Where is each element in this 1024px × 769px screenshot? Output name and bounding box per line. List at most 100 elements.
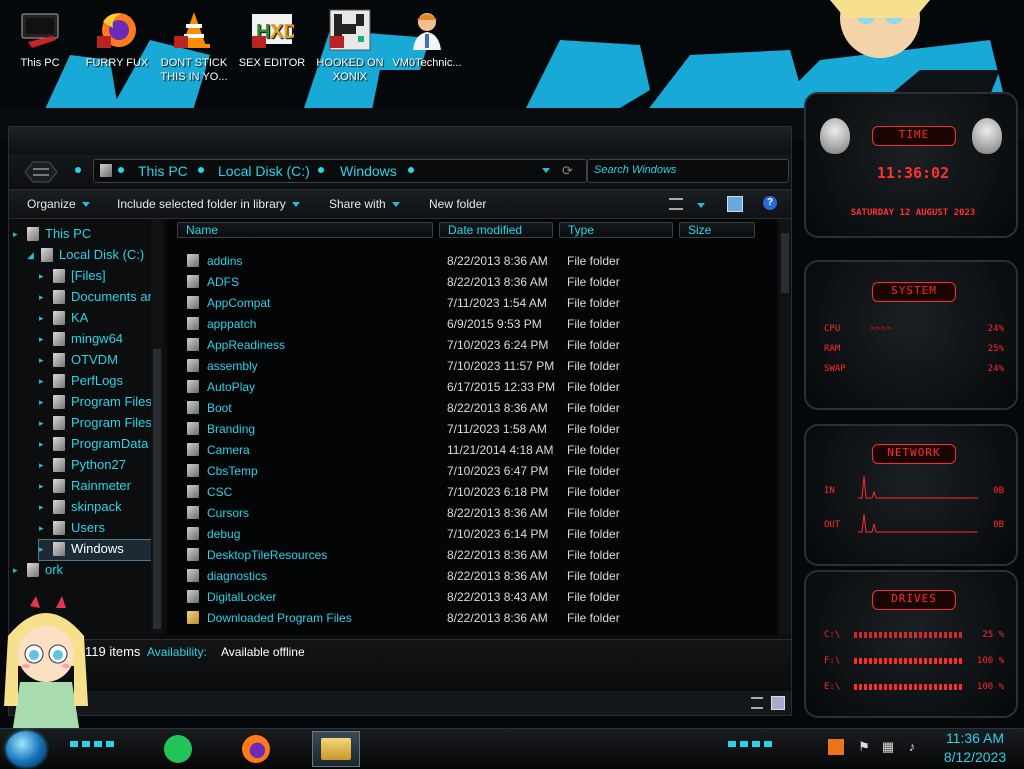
include-in-library-button[interactable]: Include selected folder in library <box>117 197 300 211</box>
nav-tree-item[interactable]: ▸ ProgramData <box>39 435 159 455</box>
column-header-size[interactable]: Size <box>679 222 755 238</box>
window-titlebar[interactable] <box>9 127 791 155</box>
nav-tree-item[interactable]: ▸ Program Files <box>39 393 159 413</box>
file-row[interactable]: ADFS 8/22/2013 8:36 AM File folder <box>167 271 777 292</box>
column-header-date-modified[interactable]: Date modified <box>439 222 553 238</box>
expand-arrow-icon[interactable]: ▸ <box>13 229 23 239</box>
expand-arrow-icon[interactable]: ▸ <box>39 397 49 407</box>
nav-tree-item[interactable]: ▸ Documents ar <box>39 288 159 308</box>
refresh-icon[interactable]: ⟳ <box>562 163 573 179</box>
nav-tree-item[interactable]: ▸ ork <box>13 561 159 581</box>
nav-tree-item[interactable]: ▸ Python27 <box>39 456 159 476</box>
taskbar-app-file-explorer[interactable] <box>312 731 360 767</box>
start-button[interactable] <box>6 731 46 767</box>
nav-tree-item[interactable]: ▸ OTVDM <box>39 351 159 371</box>
file-row[interactable]: Camera 11/21/2014 4:18 AM File folder <box>167 439 777 460</box>
desktop-icon-vm0technic[interactable]: VM0Technic... <box>389 8 465 70</box>
action-center-flag-icon[interactable]: ⚑ <box>856 739 872 755</box>
expand-arrow-icon[interactable]: ▸ <box>39 481 49 491</box>
breadcrumb-separator-icon[interactable] <box>318 167 324 173</box>
nav-tree-item[interactable]: ▸ Program Files <box>39 414 159 434</box>
column-header-name[interactable]: Name <box>177 222 433 238</box>
view-options-icon[interactable] <box>669 198 683 210</box>
desktop-icon-sex-editor[interactable]: H XD SEX EDITOR <box>234 8 310 70</box>
expand-arrow-icon[interactable]: ▸ <box>13 565 23 575</box>
details-view-icon[interactable] <box>751 697 763 709</box>
column-header-type[interactable]: Type <box>559 222 673 238</box>
desktop-icon-furry-fux[interactable]: FURRY FUX <box>79 8 155 70</box>
nav-tree-label: Windows <box>71 541 124 556</box>
view-chevron-down-icon[interactable] <box>697 203 705 208</box>
file-row[interactable]: apppatch 6/9/2015 9:53 PM File folder <box>167 313 777 334</box>
expand-arrow-icon[interactable]: ▸ <box>39 313 49 323</box>
nav-tree-item[interactable]: ▸ Rainmeter <box>39 477 159 497</box>
nav-tree-item[interactable]: ◢ Local Disk (C:) <box>27 246 159 266</box>
address-dropdown-icon[interactable] <box>542 168 550 173</box>
expand-arrow-icon[interactable]: ▸ <box>39 439 49 449</box>
file-row[interactable]: AppReadiness 7/10/2023 6:24 PM File folder <box>167 334 777 355</box>
navigation-pane-scrollbar[interactable] <box>151 219 163 633</box>
expanded-arrow-icon[interactable]: ◢ <box>27 250 37 260</box>
volume-icon[interactable]: ♪ <box>904 739 920 755</box>
file-row[interactable]: assembly 7/10/2023 11:57 PM File folder <box>167 355 777 376</box>
expand-arrow-icon[interactable]: ▸ <box>39 523 49 533</box>
folder-icon <box>53 290 65 304</box>
file-list-scrollbar[interactable] <box>779 219 791 635</box>
file-row[interactable]: Cursors 8/22/2013 8:36 AM File folder <box>167 502 777 523</box>
expand-arrow-icon[interactable]: ▸ <box>39 460 49 470</box>
nav-tree-item[interactable]: ▸ [Files] <box>39 267 159 287</box>
file-row[interactable]: Branding 7/11/2023 1:58 AM File folder <box>167 418 777 439</box>
expand-arrow-icon[interactable]: ▸ <box>39 292 49 302</box>
desktop-icon-this-pc[interactable]: This PC <box>2 8 78 70</box>
recent-locations-dot-icon[interactable] <box>75 167 81 173</box>
large-icons-view-icon[interactable] <box>771 696 785 710</box>
help-icon[interactable]: ? <box>763 196 777 210</box>
file-row[interactable]: diagnostics 8/22/2013 8:36 AM File folder <box>167 565 777 586</box>
nav-tree-item[interactable]: ▸ skinpack <box>39 498 159 518</box>
expand-arrow-icon[interactable]: ▸ <box>39 376 49 386</box>
breadcrumb-local-disk[interactable]: Local Disk (C:) <box>218 163 310 179</box>
share-with-button[interactable]: Share with <box>329 197 400 211</box>
taskbar-app-green[interactable] <box>156 731 204 767</box>
file-row[interactable]: addins 8/22/2013 8:36 AM File folder <box>167 250 777 271</box>
file-row[interactable]: DesktopTileResources 8/22/2013 8:36 AM Fil… <box>167 544 777 565</box>
address-bar[interactable]: This PC Local Disk (C:) Windows ⟳ <box>93 159 587 183</box>
nav-tree-item[interactable]: ▸ PerfLogs <box>39 372 159 392</box>
file-row[interactable]: debug 7/10/2023 6:14 PM File folder <box>167 523 777 544</box>
expand-arrow-icon[interactable]: ▸ <box>39 355 49 365</box>
breadcrumb-separator-icon[interactable] <box>198 167 204 173</box>
desktop-icon-hooked-on-xonix[interactable]: HOOKED ON XONIX <box>312 8 388 84</box>
desktop-icon-dont-stick[interactable]: DONT STICK THIS IN YO... <box>156 8 232 84</box>
nav-tree-item[interactable]: ▸ Windows <box>38 539 160 561</box>
preview-pane-icon[interactable] <box>727 196 743 212</box>
nav-tree-item[interactable]: ▸ KA <box>39 309 159 329</box>
expand-arrow-icon[interactable]: ▸ <box>39 271 49 281</box>
new-folder-button[interactable]: New folder <box>429 197 486 211</box>
breadcrumb-windows[interactable]: Windows <box>340 163 397 179</box>
nav-tree-item[interactable]: ▸ mingw64 <box>39 330 159 350</box>
nav-tree-item[interactable]: ▸ This PC <box>13 225 159 245</box>
expand-arrow-icon[interactable]: ▸ <box>39 418 49 428</box>
expand-arrow-icon[interactable]: ▸ <box>39 544 49 554</box>
search-box[interactable]: Search Windows <box>587 159 789 183</box>
file-row[interactable]: DigitalLocker 8/22/2013 8:43 AM File folde… <box>167 586 777 607</box>
file-row[interactable]: Boot 8/22/2013 8:36 AM File folder <box>167 397 777 418</box>
organize-button[interactable]: Organize <box>27 197 90 211</box>
breadcrumb-this-pc[interactable]: This PC <box>138 163 188 179</box>
breadcrumb-separator-icon[interactable] <box>408 167 414 173</box>
nav-tree-item[interactable]: ▸ Users <box>39 519 159 539</box>
scrollbar-thumb[interactable] <box>781 233 789 293</box>
taskbar-clock[interactable]: 11:36 AM 8/12/2023 <box>928 729 1022 767</box>
file-row[interactable]: Downloaded Program Files 8/22/2013 8:36 A… <box>167 607 777 628</box>
tray-app-icon[interactable] <box>828 739 844 755</box>
network-icon[interactable]: ▦ <box>880 739 896 755</box>
back-forward-button[interactable] <box>23 159 59 185</box>
expand-arrow-icon[interactable]: ▸ <box>39 334 49 344</box>
file-row[interactable]: CSC 7/10/2023 6:18 PM File folder <box>167 481 777 502</box>
file-row[interactable]: CbsTemp 7/10/2023 6:47 PM File folder <box>167 460 777 481</box>
file-row[interactable]: AppCompat 7/11/2023 1:54 AM File folder <box>167 292 777 313</box>
expand-arrow-icon[interactable]: ▸ <box>39 502 49 512</box>
taskbar-app-firefox[interactable] <box>234 731 282 767</box>
scrollbar-thumb[interactable] <box>153 349 161 629</box>
file-row[interactable]: AutoPlay 6/17/2015 12:33 PM File folder <box>167 376 777 397</box>
